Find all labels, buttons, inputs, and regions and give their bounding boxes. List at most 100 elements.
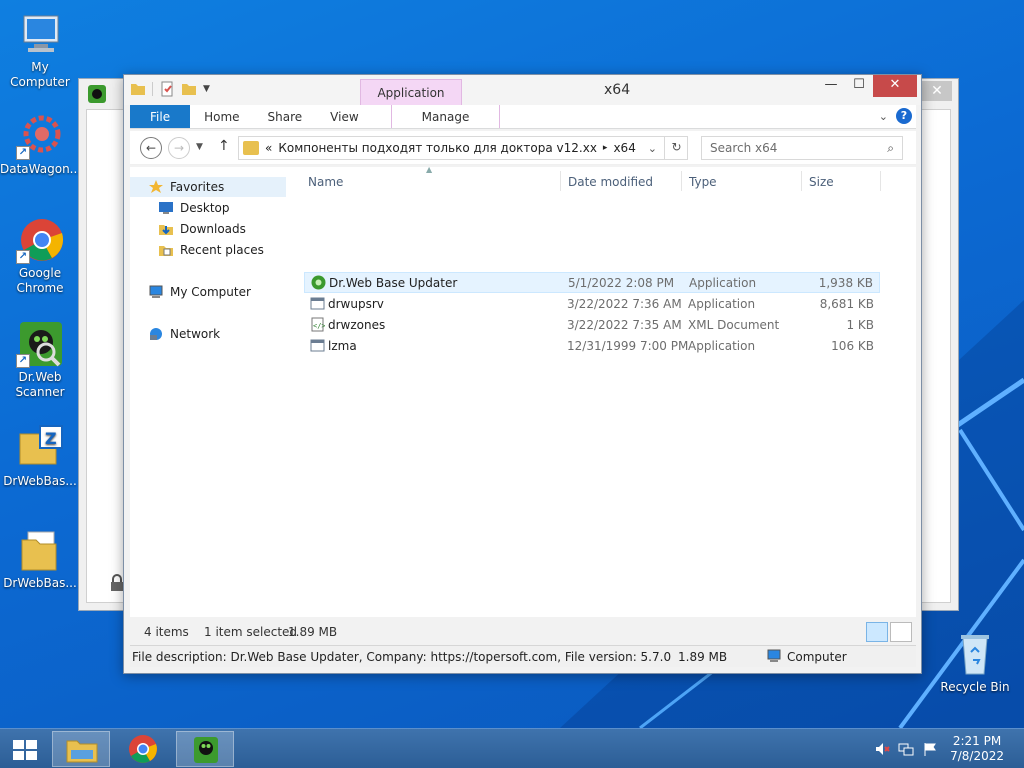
folder-icon bbox=[66, 740, 98, 763]
desktop-icon-label: Google Chrome bbox=[16, 266, 64, 295]
breadcrumb-separator-icon[interactable]: ▸ bbox=[603, 143, 608, 153]
clock-time: 2:21 PM bbox=[952, 734, 1002, 748]
breadcrumb-parent[interactable]: Компоненты подходят только для доктора v… bbox=[278, 141, 597, 155]
refresh-button[interactable]: ↻ bbox=[664, 136, 688, 160]
desktop-icon-datawagon[interactable]: ↗ DataWagon... bbox=[0, 112, 82, 177]
sort-ascending-icon: ▲ bbox=[426, 165, 433, 174]
taskbar-file-explorer[interactable] bbox=[52, 731, 110, 767]
nav-network[interactable]: Network bbox=[130, 324, 220, 344]
forward-button[interactable]: → bbox=[168, 137, 190, 159]
table-row[interactable]: Dr.Web Base Updater 5/1/2022 2:08 PM App… bbox=[304, 272, 880, 293]
recent-locations-chevron-icon[interactable]: ▼ bbox=[196, 142, 203, 152]
column-header-name[interactable]: Name bbox=[308, 175, 343, 189]
drweb-spider-icon bbox=[194, 737, 218, 763]
nav-recent-places[interactable]: Recent places bbox=[130, 240, 264, 260]
tab-manage[interactable]: Manage bbox=[390, 105, 501, 128]
search-input[interactable]: Search x64 ⌕ bbox=[701, 136, 903, 160]
large-icons-view-button[interactable] bbox=[890, 622, 912, 642]
shortcut-arrow-icon: ↗ bbox=[16, 250, 30, 264]
clock[interactable]: 2:21 PM 7/8/2022 bbox=[950, 734, 1004, 764]
properties-icon[interactable] bbox=[159, 81, 175, 97]
network-tray-icon[interactable] bbox=[898, 741, 914, 757]
desktop-icon-drwebbas-archive[interactable]: Z DrWebBas... bbox=[0, 424, 80, 489]
file-name: Dr.Web Base Updater bbox=[329, 276, 458, 290]
title-bar[interactable]: ▼ Application Tools x64 — ☐ ✕ bbox=[124, 75, 921, 126]
column-header-date-modified[interactable]: Date modified bbox=[568, 175, 653, 189]
file-date: 3/22/2022 7:35 AM bbox=[567, 318, 682, 332]
computer-icon bbox=[16, 10, 64, 58]
window-title: x64 bbox=[604, 82, 631, 98]
column-divider[interactable] bbox=[801, 171, 802, 191]
content-area: Favorites Desktop Downloads Recent place… bbox=[130, 165, 916, 617]
start-button[interactable] bbox=[0, 731, 50, 767]
drweb-spider-icon: ↗ bbox=[16, 320, 64, 368]
file-type: Application bbox=[688, 339, 756, 353]
divider bbox=[152, 82, 153, 96]
table-row[interactable]: </> drwzones 3/22/2022 7:35 AM XML Docum… bbox=[304, 315, 880, 336]
desktop-icon-drwebbas-folder[interactable]: DrWebBas... bbox=[0, 526, 80, 591]
selected-size: 1.89 MB bbox=[288, 625, 338, 639]
back-button[interactable]: ← bbox=[140, 137, 162, 159]
column-header-type[interactable]: Type bbox=[689, 175, 717, 189]
address-dropdown-chevron-icon[interactable]: ⌄ bbox=[648, 142, 657, 155]
file-type: Application bbox=[689, 276, 757, 290]
desktop-icon-label: DataWagon... bbox=[0, 162, 82, 176]
shortcut-arrow-icon: ↗ bbox=[16, 354, 30, 368]
tab-share[interactable]: Share bbox=[254, 105, 317, 128]
help-icon[interactable]: ? bbox=[896, 108, 912, 124]
tab-file[interactable]: File bbox=[130, 105, 191, 128]
file-description: File description: Dr.Web Base Updater, C… bbox=[132, 650, 672, 664]
expand-ribbon-chevron-icon[interactable]: ⌄ bbox=[879, 110, 888, 123]
zip-folder-icon: Z bbox=[16, 424, 64, 472]
file-explorer-window: ▼ Application Tools x64 — ☐ ✕ File Home … bbox=[123, 74, 922, 674]
up-arrow-icon[interactable]: ↑ bbox=[218, 138, 230, 154]
file-date: 3/22/2022 7:36 AM bbox=[567, 297, 682, 311]
desktop-icon-google-chrome[interactable]: ↗ Google Chrome bbox=[0, 216, 80, 296]
volume-muted-icon[interactable] bbox=[874, 741, 890, 757]
action-center-flag-icon[interactable] bbox=[922, 741, 938, 757]
desktop-icon-recycle-bin[interactable]: Recycle Bin bbox=[935, 630, 1015, 695]
file-size: 1,938 KB bbox=[818, 276, 873, 290]
nav-desktop[interactable]: Desktop bbox=[130, 198, 230, 218]
file-name: drwzones bbox=[328, 318, 386, 332]
taskbar-chrome[interactable] bbox=[114, 731, 172, 767]
quick-access-toolbar: ▼ bbox=[130, 81, 210, 97]
background-window-close-button[interactable]: ✕ bbox=[922, 81, 952, 101]
customize-toolbar-chevron-icon[interactable]: ▼ bbox=[203, 84, 210, 94]
tab-view[interactable]: View bbox=[316, 105, 372, 128]
column-divider[interactable] bbox=[880, 171, 881, 191]
nav-downloads[interactable]: Downloads bbox=[130, 219, 246, 239]
column-divider[interactable] bbox=[681, 171, 682, 191]
system-tray bbox=[874, 741, 938, 757]
address-overflow-chevron[interactable]: « bbox=[265, 141, 272, 155]
computer-icon bbox=[766, 649, 782, 663]
search-icon: ⌕ bbox=[887, 141, 894, 155]
desktop-icon-label: My Computer bbox=[10, 60, 70, 89]
minimize-button[interactable]: — bbox=[817, 75, 845, 97]
selected-count: 1 item selected bbox=[204, 625, 298, 639]
file-list: ▲ Name Date modified Type Size Dr.Web Ba… bbox=[304, 165, 884, 617]
table-row[interactable]: lzma 12/31/1999 7:00 PM Application 106 … bbox=[304, 336, 880, 357]
navigation-pane: Favorites Desktop Downloads Recent place… bbox=[130, 167, 290, 617]
navigation-bar: ← → ▼ ↑ « Компоненты подходят только для… bbox=[130, 131, 916, 165]
column-header-size[interactable]: Size bbox=[809, 175, 834, 189]
details-view-button[interactable] bbox=[866, 622, 888, 642]
address-bar[interactable]: « Компоненты подходят только для доктора… bbox=[238, 136, 688, 160]
desktop-icon-drweb-scanner[interactable]: ↗ Dr.Web Scanner bbox=[0, 320, 80, 400]
tab-home[interactable]: Home bbox=[190, 105, 253, 128]
desktop-icon-label: Recycle Bin bbox=[940, 680, 1010, 694]
new-folder-icon[interactable] bbox=[181, 81, 197, 97]
close-button[interactable]: ✕ bbox=[873, 75, 917, 97]
desktop-icon-my-computer[interactable]: My Computer bbox=[0, 10, 80, 90]
nav-favorites[interactable]: Favorites bbox=[130, 177, 286, 197]
breadcrumb-current[interactable]: x64 bbox=[613, 141, 635, 155]
ribbon-right-controls: ⌄ ? bbox=[879, 108, 912, 124]
file-size: 1 KB bbox=[846, 318, 874, 332]
nav-my-computer[interactable]: My Computer bbox=[130, 282, 251, 302]
taskbar-drweb[interactable] bbox=[176, 731, 234, 767]
item-count: 4 items bbox=[144, 625, 189, 639]
maximize-button[interactable]: ☐ bbox=[845, 75, 873, 97]
column-divider[interactable] bbox=[560, 171, 561, 191]
downloads-icon bbox=[158, 222, 174, 236]
table-row[interactable]: drwupsrv 3/22/2022 7:36 AM Application 8… bbox=[304, 294, 880, 315]
